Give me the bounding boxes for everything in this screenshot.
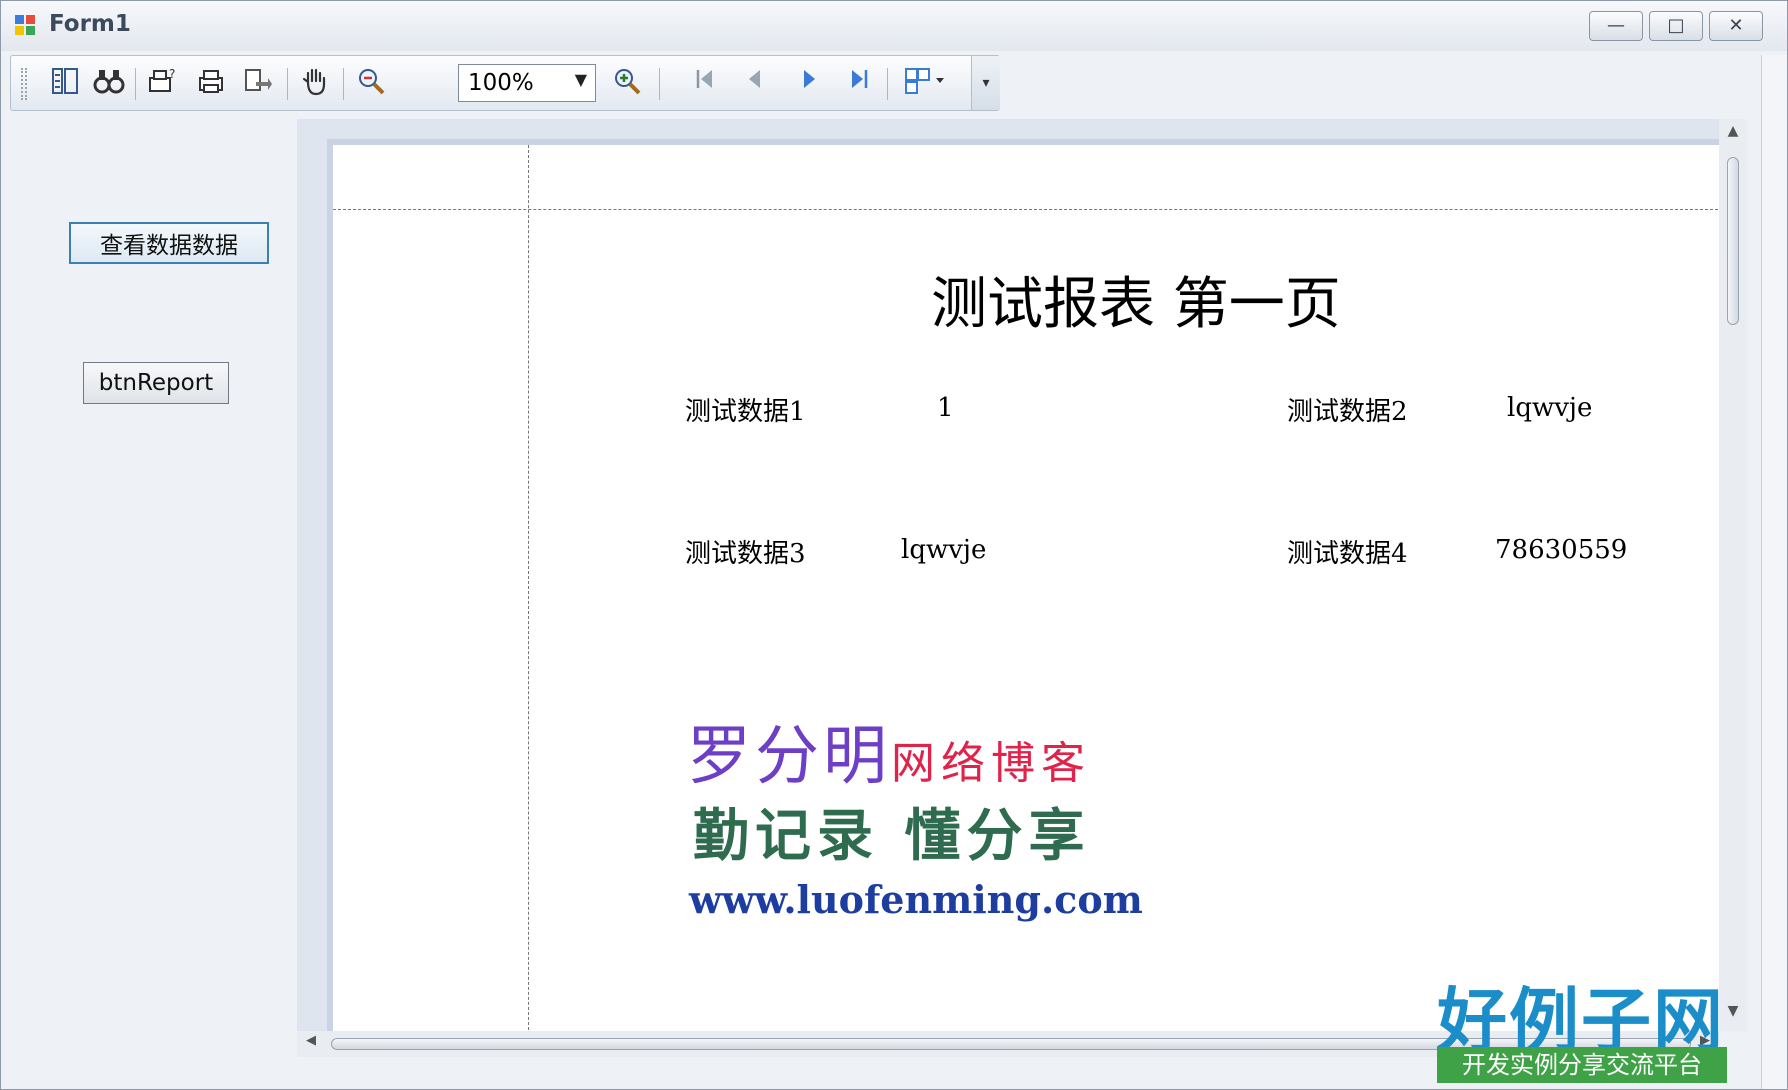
report-logo-image: 罗分明网络博客 勤记录 懂分享 www.luofenming.com — [687, 705, 1143, 945]
toolbar-overflow-button[interactable]: ▾ — [971, 56, 1000, 110]
first-page-icon[interactable] — [687, 66, 723, 102]
toolbar-separator — [287, 68, 288, 100]
report-label: 测试数据1 — [685, 397, 806, 427]
report-label: 测试数据4 — [1287, 539, 1408, 569]
view-data-button[interactable]: 查看数据数据 — [69, 222, 269, 264]
report-title: 测试报表 第一页 — [931, 272, 1341, 337]
brand-tagline: 开发实例分享交流平台 — [1437, 1047, 1727, 1083]
scroll-up-icon[interactable]: ▲ — [1719, 123, 1747, 145]
zoom-input[interactable] — [459, 65, 572, 101]
logo-slogan: 勤记录 懂分享 — [693, 803, 1091, 869]
document-map-icon[interactable] — [47, 66, 83, 102]
zoom-in-icon[interactable] — [609, 66, 645, 102]
brand-watermark: 好例子网 开发实例分享交流平台 — [1437, 965, 1727, 1083]
close-button[interactable]: ✕ — [1709, 11, 1763, 41]
app-icon — [15, 15, 37, 35]
logo-line-1: 罗分明网络博客 — [687, 705, 1091, 797]
find-icon[interactable] — [91, 66, 127, 102]
export-icon[interactable] — [239, 66, 275, 102]
chevron-down-icon[interactable]: ▼ — [575, 70, 587, 89]
last-page-icon[interactable] — [841, 66, 877, 102]
toolbar-separator — [659, 68, 660, 100]
logo-name: 罗分明 — [687, 720, 891, 794]
report-preview-area[interactable]: 测试报表 第一页 测试数据1 1 测试数据2 lqwvje 测试数据3 lqwv… — [297, 119, 1737, 1031]
vertical-scroll-thumb[interactable] — [1727, 157, 1739, 325]
maximize-icon: □ — [1667, 15, 1685, 36]
next-page-icon[interactable] — [791, 66, 827, 102]
toolbar-separator — [135, 68, 136, 100]
report-value: 78630559 — [1495, 535, 1628, 565]
vertical-scrollbar[interactable]: ▲ ▼ — [1719, 119, 1747, 1031]
toolbar-separator — [887, 68, 888, 100]
multi-page-icon[interactable] — [903, 66, 944, 102]
toolbar-separator — [343, 68, 344, 100]
close-icon: ✕ — [1728, 15, 1744, 36]
title-bar: Form1 — □ ✕ — [1, 1, 1787, 51]
maximize-button[interactable]: □ — [1649, 11, 1703, 41]
report-value: lqwvje — [1507, 393, 1593, 423]
hand-pan-icon[interactable] — [297, 66, 333, 102]
previous-page-icon[interactable] — [737, 66, 773, 102]
zoom-out-icon[interactable] — [353, 66, 389, 102]
print-icon[interactable] — [193, 66, 229, 102]
page-margin-line — [333, 209, 1723, 210]
logo-url: www.luofenming.com — [689, 877, 1143, 922]
window-title: Form1 — [49, 11, 131, 37]
logo-blog: 网络博客 — [891, 738, 1091, 789]
page-setup-icon[interactable]: ? — [145, 66, 181, 102]
scroll-left-icon[interactable]: ◀ — [301, 1033, 321, 1055]
zoom-select[interactable]: ▼ — [458, 64, 596, 102]
report-label: 测试数据3 — [685, 539, 806, 569]
report-page: 测试报表 第一页 测试数据1 1 测试数据2 lqwvje 测试数据3 lqwv… — [333, 145, 1723, 1031]
minimize-icon: — — [1607, 15, 1625, 36]
minimize-button[interactable]: — — [1589, 11, 1643, 41]
report-value: lqwvje — [901, 535, 987, 565]
window-edge-panel — [1761, 55, 1787, 1089]
svg-text:?: ? — [169, 67, 175, 81]
report-label: 测试数据2 — [1287, 397, 1408, 427]
page-margin-line — [528, 145, 529, 1031]
report-toolbar: ? ▼ — [10, 55, 1000, 111]
toolbar-grip[interactable] — [21, 68, 27, 100]
report-value: 1 — [937, 393, 954, 423]
app-window: Form1 — □ ✕ ? ▼ — [0, 0, 1788, 1090]
btn-report-button[interactable]: btnReport — [83, 362, 229, 404]
